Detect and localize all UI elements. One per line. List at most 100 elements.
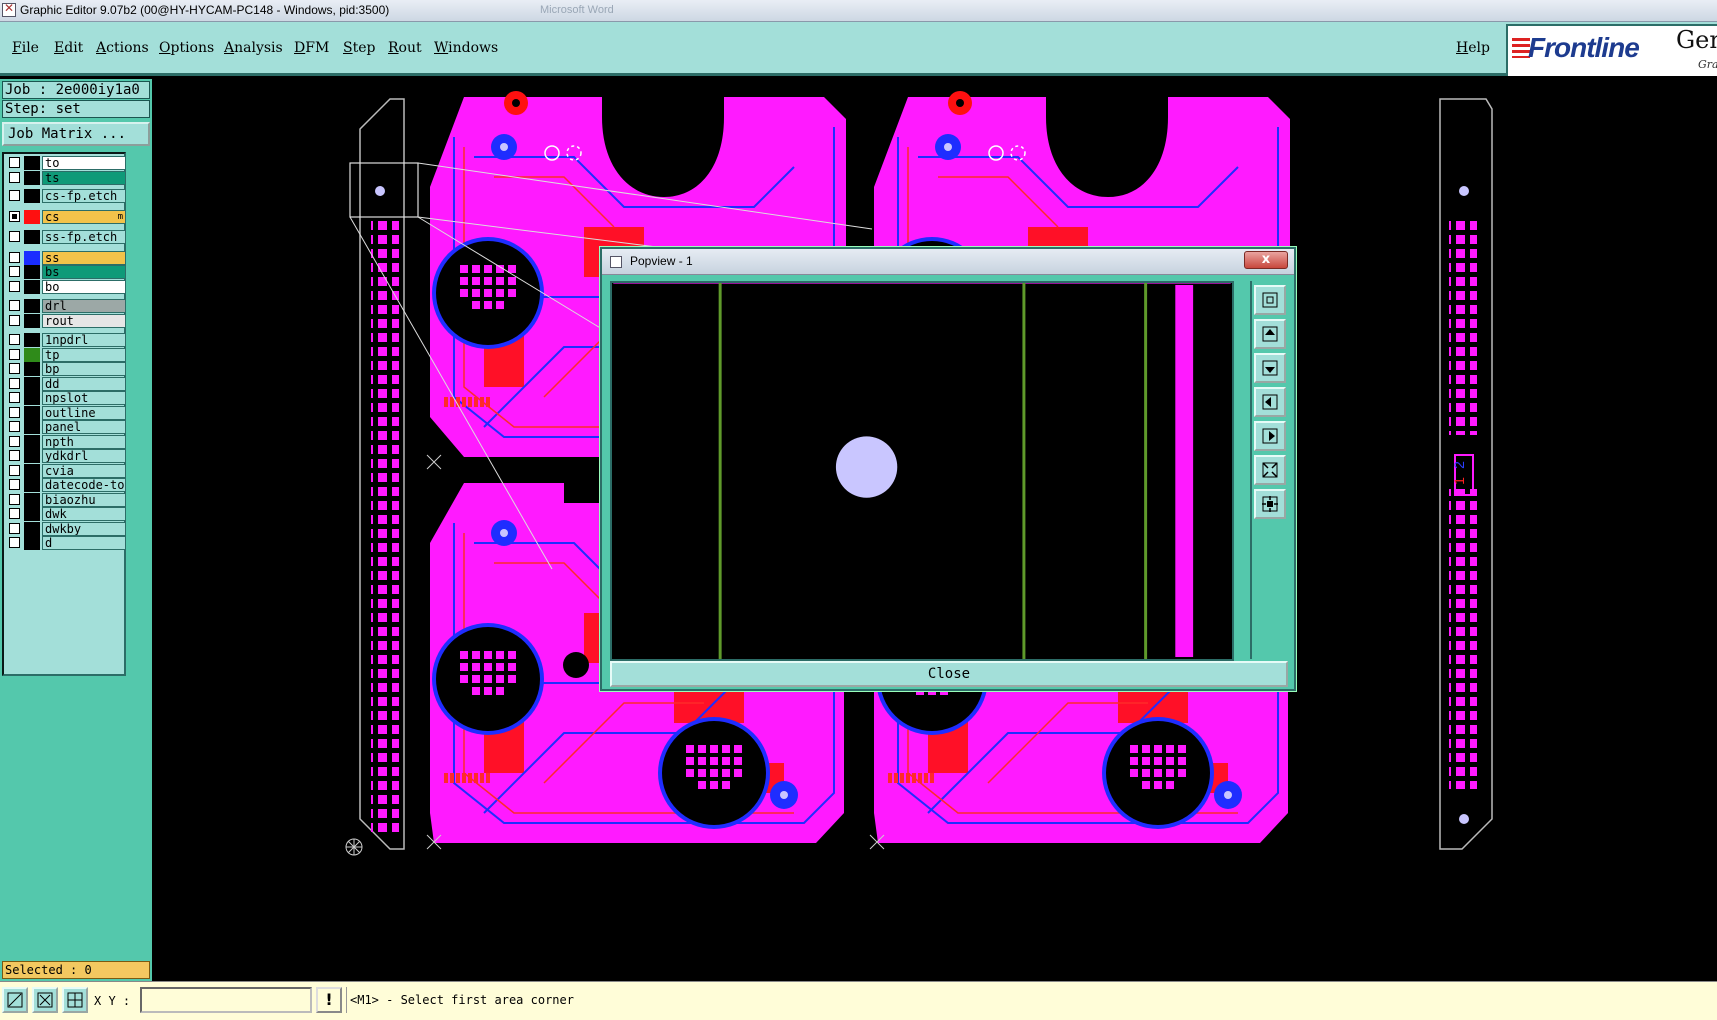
layer-name[interactable]: bs <box>42 265 126 279</box>
layer-color-swatch[interactable] <box>24 536 40 550</box>
menu-edit[interactable]: Edit <box>54 40 83 56</box>
layer-row-ts[interactable]: ts <box>6 170 126 185</box>
layer-color-swatch[interactable] <box>24 156 40 170</box>
menu-help[interactable]: Help <box>1456 40 1490 56</box>
layer-color-swatch[interactable] <box>24 463 40 478</box>
layer-color-swatch[interactable] <box>24 250 40 265</box>
layer-name[interactable]: outline <box>42 405 126 420</box>
menu-rout[interactable]: Rout <box>388 40 422 56</box>
pan-up-icon[interactable] <box>1254 319 1286 349</box>
layer-name[interactable]: rout <box>42 313 126 328</box>
layer-row-cs-fp.etch[interactable]: cs-fp.etch <box>6 189 126 203</box>
layer-color-swatch[interactable] <box>24 420 40 434</box>
layer-checkbox[interactable] <box>9 266 20 277</box>
layer-name[interactable]: dwk <box>42 507 126 521</box>
layer-name[interactable]: ss-fp.etch <box>42 230 126 244</box>
layer-color-swatch[interactable] <box>24 492 40 507</box>
layer-name[interactable]: ts <box>42 170 126 185</box>
layer-color-swatch[interactable] <box>24 478 40 492</box>
layer-checkbox[interactable] <box>9 157 20 168</box>
menu-file[interactable]: File <box>12 40 39 56</box>
layer-name[interactable]: npslot <box>42 391 126 405</box>
layer-row-drl[interactable]: drl <box>6 299 126 313</box>
layer-row-tp[interactable]: tp <box>6 347 126 362</box>
layer-checkbox[interactable] <box>9 171 20 183</box>
layer-checkbox[interactable] <box>9 314 20 326</box>
popview-close-icon[interactable]: x <box>1244 251 1288 269</box>
layer-color-swatch[interactable] <box>24 265 40 279</box>
layer-checkbox[interactable] <box>9 450 20 461</box>
layer-name[interactable]: cs-fp.etch <box>42 189 126 203</box>
grid-icon[interactable] <box>62 987 88 1013</box>
layer-row-ss-fp.etch[interactable]: ss-fp.etch <box>6 230 126 244</box>
layer-name[interactable]: dd <box>42 376 126 391</box>
layer-name[interactable]: bo <box>42 279 126 294</box>
layer-color-swatch[interactable] <box>24 405 40 420</box>
layer-checkbox[interactable] <box>9 190 20 201</box>
layer-checkbox[interactable] <box>9 421 20 432</box>
layer-color-swatch[interactable] <box>24 333 40 347</box>
layer-row-rout[interactable]: rout <box>6 313 126 328</box>
layer-color-swatch[interactable] <box>24 170 40 185</box>
layer-row-datecode-to[interactable]: datecode-to <box>6 478 126 492</box>
layer-name[interactable]: panel <box>42 420 126 434</box>
layer-checkbox[interactable] <box>9 522 20 534</box>
layer-color-swatch[interactable] <box>24 391 40 405</box>
layer-checkbox[interactable] <box>9 392 20 403</box>
layer-name[interactable]: cvia <box>42 463 126 478</box>
layer-color-swatch[interactable] <box>24 376 40 391</box>
layer-name[interactable]: ss <box>42 250 126 265</box>
layer-name[interactable]: dwkby <box>42 521 126 536</box>
layer-color-swatch[interactable] <box>24 189 40 203</box>
layer-name[interactable]: drl <box>42 299 126 313</box>
layer-color-swatch[interactable] <box>24 362 40 376</box>
layer-name[interactable]: biaozhu <box>42 492 126 507</box>
layer-row-npth[interactable]: npth <box>6 434 126 449</box>
pan-left-icon[interactable] <box>1254 387 1286 417</box>
layer-name[interactable]: cs m <box>42 209 126 224</box>
layer-row-to[interactable]: to <box>6 156 126 170</box>
layer-color-swatch[interactable] <box>24 507 40 521</box>
layer-color-swatch[interactable] <box>24 279 40 294</box>
layer-row-cvia[interactable]: cvia <box>6 463 126 478</box>
menu-options[interactable]: Options <box>159 40 214 56</box>
layer-row-dwk[interactable]: dwk <box>6 507 126 521</box>
layer-row-panel[interactable]: panel <box>6 420 126 434</box>
layer-name[interactable]: tp <box>42 347 126 362</box>
pan-right-icon[interactable] <box>1254 421 1286 451</box>
layer-checkbox[interactable] <box>9 363 20 374</box>
layer-checkbox[interactable] <box>9 210 20 222</box>
layer-row-bs[interactable]: bs <box>6 265 126 279</box>
layer-checkbox[interactable] <box>9 334 20 345</box>
layer-row-biaozhu[interactable]: biaozhu <box>6 492 126 507</box>
popview-canvas[interactable] <box>610 281 1234 661</box>
layer-row-dwkby[interactable]: dwkby <box>6 521 126 536</box>
layer-row-dd[interactable]: dd <box>6 376 126 391</box>
layer-checkbox[interactable] <box>9 251 20 263</box>
xy-input[interactable] <box>140 987 312 1013</box>
menu-dfm[interactable]: DFM <box>294 40 329 56</box>
layer-checkbox[interactable] <box>9 406 20 418</box>
layer-row-cs[interactable]: cs m <box>6 209 126 224</box>
layer-color-swatch[interactable] <box>24 347 40 362</box>
layer-checkbox[interactable] <box>9 464 20 476</box>
layer-row-npslot[interactable]: npslot <box>6 391 126 405</box>
layer-row-1npdrl[interactable]: 1npdrl <box>6 333 126 347</box>
layer-row-bp[interactable]: bp <box>6 362 126 376</box>
menu-step[interactable]: Step <box>343 40 375 56</box>
layer-color-swatch[interactable] <box>24 434 40 449</box>
layer-checkbox[interactable] <box>9 537 20 548</box>
layer-row-bo[interactable]: bo <box>6 279 126 294</box>
layer-checkbox[interactable] <box>9 300 20 311</box>
layer-checkbox[interactable] <box>9 435 20 447</box>
zoom-in-icon[interactable] <box>1254 455 1286 485</box>
menu-actions[interactable]: Actions <box>96 40 149 56</box>
layer-name[interactable]: 1npdrl <box>42 333 126 347</box>
popview-close-button[interactable]: Close <box>610 661 1288 687</box>
warning-button[interactable]: ! <box>316 987 342 1013</box>
layer-name[interactable]: bp <box>42 362 126 376</box>
layer-checkbox[interactable] <box>9 348 20 360</box>
layer-row-ydkdrl[interactable]: ydkdrl <box>6 449 126 463</box>
pan-down-icon[interactable] <box>1254 353 1286 383</box>
layer-name[interactable]: d <box>42 536 126 550</box>
